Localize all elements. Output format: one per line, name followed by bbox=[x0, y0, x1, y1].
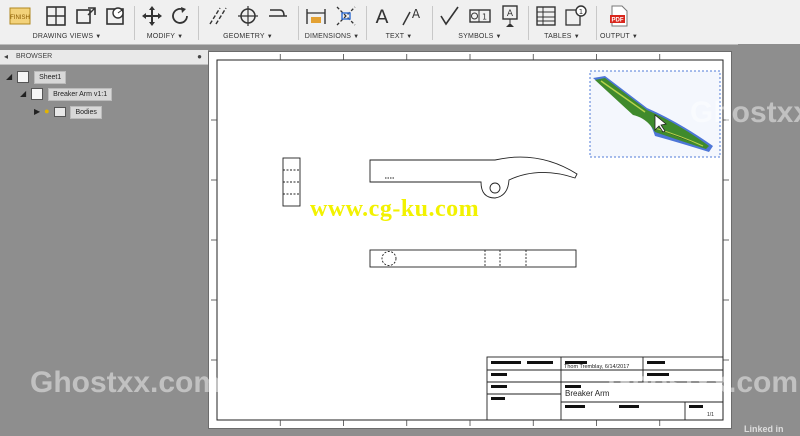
expand-arrow-icon[interactable]: ▶ bbox=[34, 107, 40, 116]
side-view bbox=[282, 157, 301, 207]
tree-item-bodies[interactable]: ▶ ● Bodies bbox=[34, 104, 102, 119]
right-canvas-margin bbox=[738, 44, 800, 436]
pdf-label: PDF bbox=[612, 18, 624, 24]
drawing-views-group: FINISH DRAWING VIEWS ▼ bbox=[2, 0, 132, 44]
center-mark-icon[interactable] bbox=[236, 4, 260, 28]
dimension-icon[interactable] bbox=[304, 4, 328, 28]
toolbar-divider bbox=[198, 6, 199, 40]
tables-label[interactable]: TABLES ▼ bbox=[530, 33, 594, 40]
tables-group: 1 TABLES ▼ bbox=[530, 0, 594, 44]
move-icon[interactable] bbox=[140, 4, 164, 28]
dimensions-label[interactable]: DIMENSIONS ▼ bbox=[300, 33, 364, 40]
text-group: A A TEXT ▼ bbox=[368, 0, 430, 44]
toolbar-divider bbox=[528, 6, 529, 40]
modify-label[interactable]: MODIFY ▼ bbox=[136, 33, 194, 40]
symbols-group: 1 A SYMBOLS ▼ bbox=[434, 0, 526, 44]
sheet-icon bbox=[17, 71, 30, 84]
browser-panel: ◂ BROWSER ● ◢ Sheet1 ◢ Breaker Arm v1:1 … bbox=[0, 50, 208, 436]
modify-group: MODIFY ▼ bbox=[136, 0, 194, 44]
tree-item-component[interactable]: ◢ Breaker Arm v1:1 bbox=[20, 87, 113, 101]
centerline-icon[interactable] bbox=[206, 4, 230, 28]
collapse-icon[interactable]: ◂ bbox=[4, 50, 8, 64]
drawing-canvas: Thom Tremblay, 6/14/2017 Breaker Arm 1/1 bbox=[211, 54, 729, 426]
svg-text:A: A bbox=[412, 7, 421, 21]
options-icon[interactable]: ● bbox=[197, 50, 202, 64]
projected-view-icon[interactable] bbox=[74, 4, 98, 28]
expand-arrow-icon[interactable]: ◢ bbox=[20, 89, 26, 98]
geometry-group: GEOMETRY ▼ bbox=[200, 0, 296, 44]
author-date-text: Thom Tremblay, 6/14/2017 bbox=[564, 364, 629, 370]
lightbulb-icon[interactable]: ● bbox=[44, 106, 49, 116]
drawing-sheet[interactable]: Thom Tremblay, 6/14/2017 Breaker Arm 1/1 bbox=[208, 51, 732, 429]
toolbar-divider bbox=[596, 6, 597, 40]
geometry-label[interactable]: GEOMETRY ▼ bbox=[200, 33, 296, 40]
section-view-icon[interactable] bbox=[104, 4, 128, 28]
part-name-text: Breaker Arm bbox=[565, 389, 610, 398]
edge-extension-icon[interactable] bbox=[266, 4, 290, 28]
pdf-icon[interactable]: PDF bbox=[607, 4, 631, 28]
tree-label-sheet: Sheet1 bbox=[34, 70, 67, 84]
drawing-views-label[interactable]: DRAWING VIEWS ▼ bbox=[2, 33, 132, 40]
svg-text:1: 1 bbox=[482, 13, 487, 22]
top-view bbox=[369, 249, 577, 268]
selected-part-view[interactable] bbox=[589, 70, 721, 158]
finish-label: FINISH bbox=[10, 15, 30, 21]
balloon-icon[interactable]: 1 bbox=[564, 4, 588, 28]
output-label[interactable]: OUTPUT ▼ bbox=[598, 33, 640, 40]
browser-header: ◂ BROWSER ● bbox=[0, 50, 208, 65]
finish-drawing-icon[interactable]: FINISH bbox=[8, 4, 32, 28]
toolbar-divider bbox=[366, 6, 367, 40]
surface-texture-icon[interactable] bbox=[438, 4, 462, 28]
tree-item-sheet[interactable]: ◢ Sheet1 bbox=[6, 70, 67, 84]
ribbon-toolbar: FINISH DRAWING VIEWS ▼ MODIFY ▼ GEOMETRY… bbox=[0, 0, 800, 45]
svg-text:A: A bbox=[507, 9, 514, 19]
base-view-icon[interactable] bbox=[44, 4, 68, 28]
tree-label-bodies: Bodies bbox=[70, 105, 102, 119]
sheet-number-text: 1/1 bbox=[707, 412, 714, 418]
expand-arrow-icon[interactable]: ◢ bbox=[6, 72, 12, 81]
folder-icon bbox=[53, 107, 66, 118]
baseline-dimension-icon[interactable] bbox=[334, 4, 358, 28]
symbols-label[interactable]: SYMBOLS ▼ bbox=[434, 33, 526, 40]
browser-title: BROWSER bbox=[16, 53, 53, 60]
table-icon[interactable] bbox=[534, 4, 558, 28]
front-view bbox=[369, 156, 578, 199]
linkedin-watermark: Linked in bbox=[744, 424, 784, 434]
toolbar-divider bbox=[432, 6, 433, 40]
toolbar-divider bbox=[134, 6, 135, 40]
rotate-icon[interactable] bbox=[168, 4, 192, 28]
dimensions-group: DIMENSIONS ▼ bbox=[300, 0, 364, 44]
site-watermark: www.cg-ku.com bbox=[310, 196, 480, 222]
text-icon[interactable]: A bbox=[370, 5, 394, 29]
component-icon bbox=[31, 88, 44, 101]
feature-control-frame-icon[interactable]: 1 bbox=[468, 4, 492, 28]
toolbar-divider bbox=[298, 6, 299, 40]
datum-identifier-icon[interactable]: A bbox=[498, 4, 522, 28]
output-group: PDF OUTPUT ▼ bbox=[598, 0, 640, 44]
leader-text-icon[interactable]: A bbox=[400, 4, 424, 28]
svg-text:1: 1 bbox=[579, 8, 583, 16]
tree-label-component: Breaker Arm v1:1 bbox=[48, 87, 113, 101]
text-label[interactable]: TEXT ▼ bbox=[368, 33, 430, 40]
